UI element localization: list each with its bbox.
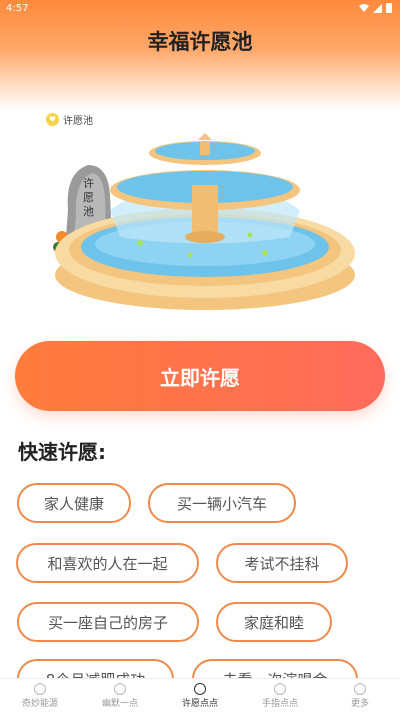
make-wish-button[interactable]: 立即许愿 [15, 341, 385, 411]
nav-item-energy[interactable]: 奇妙能源 [0, 679, 80, 712]
wish-chip[interactable]: 买一辆小汽车 [148, 483, 296, 523]
status-time: 4:57 [6, 3, 29, 14]
stone-char-2: 愿 [83, 191, 94, 204]
nav-label: 更多 [350, 698, 369, 709]
page-title: 幸福许愿池 [147, 30, 253, 54]
status-bar: 4:57 [0, 0, 400, 18]
bottom-nav: 奇妙能源 幽默一点 许愿点点 手指点点 更多 [0, 678, 400, 712]
nav-label: 许愿点点 [181, 698, 218, 709]
wifi-icon [359, 4, 369, 12]
wish-chip[interactable]: 买一座自己的房子 [17, 602, 199, 642]
battery-icon [386, 3, 392, 13]
stone-char-1: 许 [83, 177, 94, 190]
nav-label: 幽默一点 [101, 698, 138, 709]
status-icons [359, 3, 392, 13]
nav-item-wish[interactable]: 许愿点点 [160, 679, 240, 712]
signal-icon [373, 3, 382, 13]
quick-wishes-title: 快速许愿: [18, 440, 106, 464]
hand-icon [274, 682, 286, 695]
nav-item-more[interactable]: 更多 [320, 679, 400, 712]
nav-item-humor[interactable]: 幽默一点 [80, 679, 160, 712]
user-icon [354, 682, 366, 695]
fountain-illustration: 许 愿 池 [53, 133, 355, 310]
nav-item-finger[interactable]: 手指点点 [240, 679, 320, 712]
heart-icon [194, 682, 206, 695]
smile-icon [114, 682, 126, 695]
wish-chip[interactable]: 家人健康 [17, 483, 131, 523]
nav-label: 奇妙能源 [21, 698, 58, 709]
nav-label: 手指点点 [261, 698, 298, 709]
sparkle-icon [34, 682, 46, 695]
wish-chip[interactable]: 和喜欢的人在一起 [16, 543, 199, 583]
stone-char-3: 池 [83, 205, 94, 218]
wish-chip[interactable]: 考试不挂科 [216, 543, 348, 583]
wish-chip[interactable]: 家庭和睦 [216, 602, 332, 642]
